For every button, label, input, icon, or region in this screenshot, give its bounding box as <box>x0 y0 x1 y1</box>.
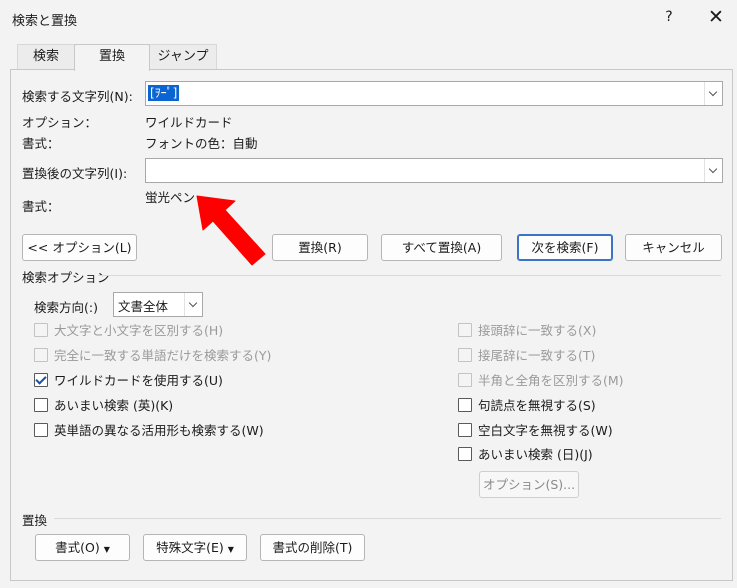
find-format-value: フォントの色：自動 <box>145 136 258 151</box>
find-options-label: オプション： <box>22 115 98 130</box>
checkbox-box[interactable] <box>458 373 472 387</box>
checkbox-label: 完全に一致する単語だけを検索する(Y) <box>54 348 272 363</box>
fuzzy-english-checkbox[interactable]: あいまい検索 (英)(K) <box>34 397 173 415</box>
tab-replace[interactable]: 置換 <box>74 44 150 71</box>
search-options-heading: 検索オプション <box>22 270 110 285</box>
checkbox-label: 接尾辞に一致する(T) <box>478 348 596 363</box>
checkbox-label: 大文字と小文字を区別する(H) <box>54 323 224 338</box>
find-input[interactable]: [ｦｰﾟ] <box>145 81 723 106</box>
checkbox-label: あいまい検索 (日)(J) <box>478 447 593 462</box>
search-options-divider <box>98 275 721 276</box>
replace-dropdown-chevron-icon[interactable] <box>704 159 722 182</box>
clear-format-button[interactable]: 書式の削除(T) <box>260 534 365 561</box>
match-width-checkbox[interactable]: 半角と全角を区別する(M) <box>458 372 624 390</box>
direction-select[interactable]: 文書全体 <box>113 292 203 317</box>
replace-all-button[interactable]: すべて置換(A) <box>381 234 502 261</box>
find-format-label: 書式： <box>22 136 60 151</box>
direction-value: 文書全体 <box>118 299 169 314</box>
replace-section-heading: 置換 <box>22 513 48 528</box>
find-options-value: ワイルドカード <box>145 115 233 130</box>
checkbox-box[interactable] <box>458 447 472 461</box>
special-button[interactable]: 特殊文字(E) ▼ <box>143 534 247 561</box>
ignore-punctuation-checkbox[interactable]: 句読点を無視する(S) <box>458 397 596 415</box>
whole-word-checkbox[interactable]: 完全に一致する単語だけを検索する(Y) <box>34 347 271 365</box>
tab-find[interactable]: 検索 <box>17 44 75 69</box>
close-button[interactable]: ✕ <box>705 5 727 29</box>
checkbox-label: ワイルドカードを使用する(U) <box>54 373 223 388</box>
format-dropdown-icon: ▼ <box>103 545 110 554</box>
checkbox-label: 接頭辞に一致する(X) <box>478 323 597 338</box>
fuzzy-japanese-checkbox[interactable]: あいまい検索 (日)(J) <box>458 446 593 464</box>
less-options-button[interactable]: << オプション(L) <box>22 234 137 261</box>
tab-goto[interactable]: ジャンプ <box>149 44 217 69</box>
direction-label: 検索方向(:) <box>34 300 98 315</box>
find-label: 検索する文字列(N): <box>22 89 133 104</box>
checkbox-box[interactable] <box>34 398 48 412</box>
ignore-whitespace-checkbox[interactable]: 空白文字を無視する(W) <box>458 422 613 440</box>
replace-input[interactable] <box>145 158 723 183</box>
match-case-checkbox[interactable]: 大文字と小文字を区別する(H) <box>34 322 223 340</box>
title-bar <box>0 0 737 38</box>
checkbox-label: あいまい検索 (英)(K) <box>54 398 174 413</box>
direction-chevron-down-icon[interactable] <box>184 293 202 316</box>
red-arrow-shape <box>196 195 266 266</box>
replace-section-divider <box>54 518 721 519</box>
checkbox-label: 空白文字を無視する(W) <box>478 423 613 438</box>
find-input-value: [ｦｰﾟ] <box>148 85 180 101</box>
checkbox-box[interactable] <box>34 348 48 362</box>
checkbox-label: 英単語の異なる活用形も検索する(W) <box>54 423 264 438</box>
format-button-label: 書式(O) <box>55 540 100 555</box>
checkbox-box-checked[interactable] <box>34 373 48 387</box>
checkbox-box[interactable] <box>34 423 48 437</box>
checkbox-box[interactable] <box>34 323 48 337</box>
window-title: 検索と置換 <box>12 14 78 29</box>
fuzzy-options-button[interactable]: オプション(S)... <box>479 471 579 498</box>
wildcards-checkbox[interactable]: ワイルドカードを使用する(U) <box>34 372 223 390</box>
checkbox-box[interactable] <box>458 398 472 412</box>
cancel-button[interactable]: キャンセル <box>625 234 722 261</box>
checkbox-box[interactable] <box>458 348 472 362</box>
special-dropdown-icon: ▼ <box>227 545 234 554</box>
format-button[interactable]: 書式(O) ▼ <box>35 534 130 561</box>
special-button-label: 特殊文字(E) <box>156 540 224 555</box>
replace-format-label: 書式： <box>22 199 60 214</box>
word-forms-checkbox[interactable]: 英単語の異なる活用形も検索する(W) <box>34 422 264 440</box>
replace-label: 置換後の文字列(I): <box>22 166 128 181</box>
checkbox-box[interactable] <box>458 423 472 437</box>
match-suffix-checkbox[interactable]: 接尾辞に一致する(T) <box>458 347 595 365</box>
replace-button[interactable]: 置換(R) <box>272 234 368 261</box>
checkbox-label: 句読点を無視する(S) <box>478 398 596 413</box>
help-button[interactable]: ? <box>659 9 679 25</box>
match-prefix-checkbox[interactable]: 接頭辞に一致する(X) <box>458 322 596 340</box>
find-dropdown-chevron-icon[interactable] <box>704 82 722 105</box>
red-arrow-annotation <box>196 195 266 266</box>
find-next-button[interactable]: 次を検索(F) <box>517 234 613 261</box>
checkbox-label: 半角と全角を区別する(M) <box>478 373 624 388</box>
checkbox-box[interactable] <box>458 323 472 337</box>
